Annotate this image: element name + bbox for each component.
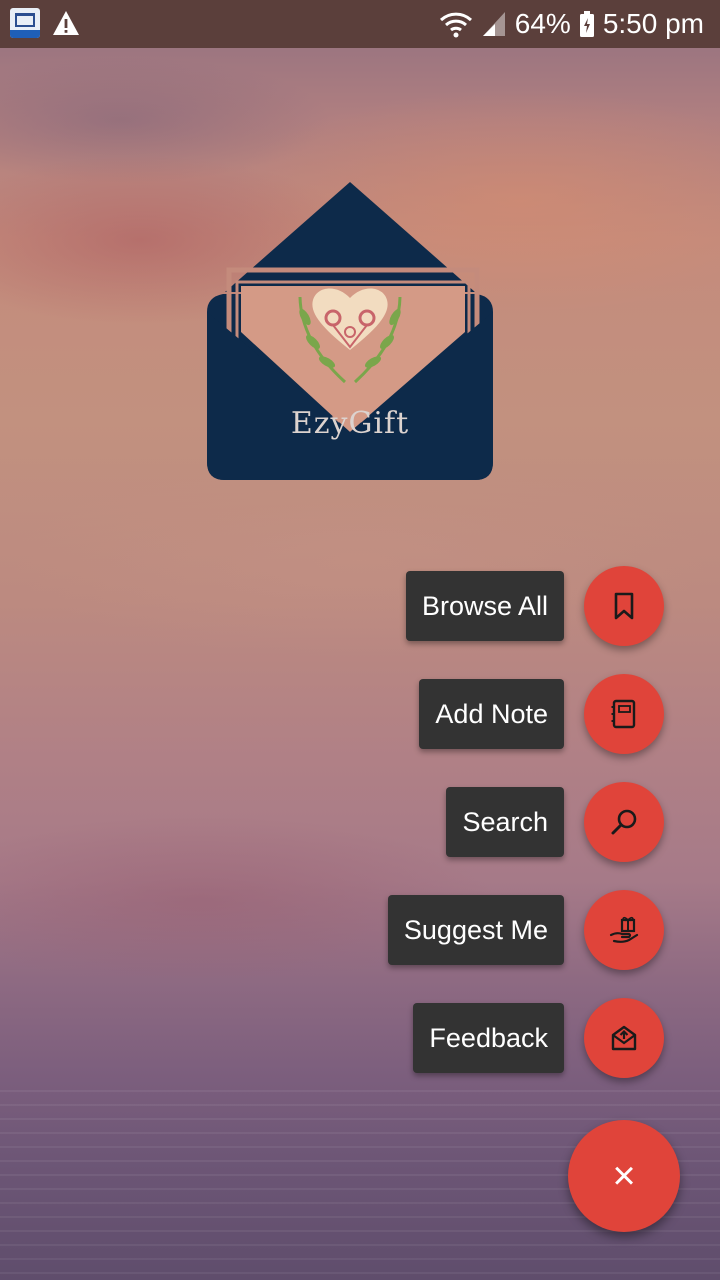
speed-dial-feedback[interactable]: Feedback [384, 998, 664, 1078]
search-icon [610, 808, 638, 836]
notebook-icon [611, 699, 637, 729]
browse-all-label[interactable]: Browse All [405, 571, 564, 641]
close-icon: × [612, 1153, 636, 1198]
app-notification-icon [10, 8, 40, 38]
logo-text: EzyGift [290, 406, 410, 441]
add-note-label[interactable]: Add Note [419, 679, 564, 749]
suggest-me-button[interactable] [584, 890, 664, 970]
feedback-button[interactable] [584, 998, 664, 1078]
app-screen: 64% 5:50 pm EzyGift Browse All Add Note … [0, 0, 720, 1280]
speed-dial-add-note[interactable]: Add Note [384, 674, 664, 754]
battery-icon [579, 10, 595, 38]
add-note-button[interactable] [584, 674, 664, 754]
status-bar: 64% 5:50 pm [0, 0, 720, 48]
status-system: 64% 5:50 pm [439, 6, 704, 42]
speed-dial-search[interactable]: Search [384, 782, 664, 862]
search-label[interactable]: Search [446, 787, 564, 857]
status-notifications [10, 8, 80, 38]
feedback-label[interactable]: Feedback [413, 1003, 564, 1073]
search-button[interactable] [584, 782, 664, 862]
bookmark-icon [611, 592, 637, 620]
signal-icon [481, 10, 507, 38]
ezygift-logo: EzyGift [205, 182, 495, 482]
gift-hand-icon [609, 915, 639, 945]
clock: 5:50 pm [602, 8, 704, 39]
warning-icon [52, 10, 80, 36]
battery-percent: 64% [514, 8, 571, 39]
suggest-me-label[interactable]: Suggest Me [387, 895, 564, 965]
speed-dial-browse-all[interactable]: Browse All [384, 566, 664, 646]
speed-dial-close-button[interactable]: × [568, 1120, 680, 1232]
mail-open-icon [610, 1024, 638, 1052]
speed-dial-suggest-me[interactable]: Suggest Me [384, 890, 664, 970]
wifi-icon [439, 10, 473, 38]
browse-all-button[interactable] [584, 566, 664, 646]
